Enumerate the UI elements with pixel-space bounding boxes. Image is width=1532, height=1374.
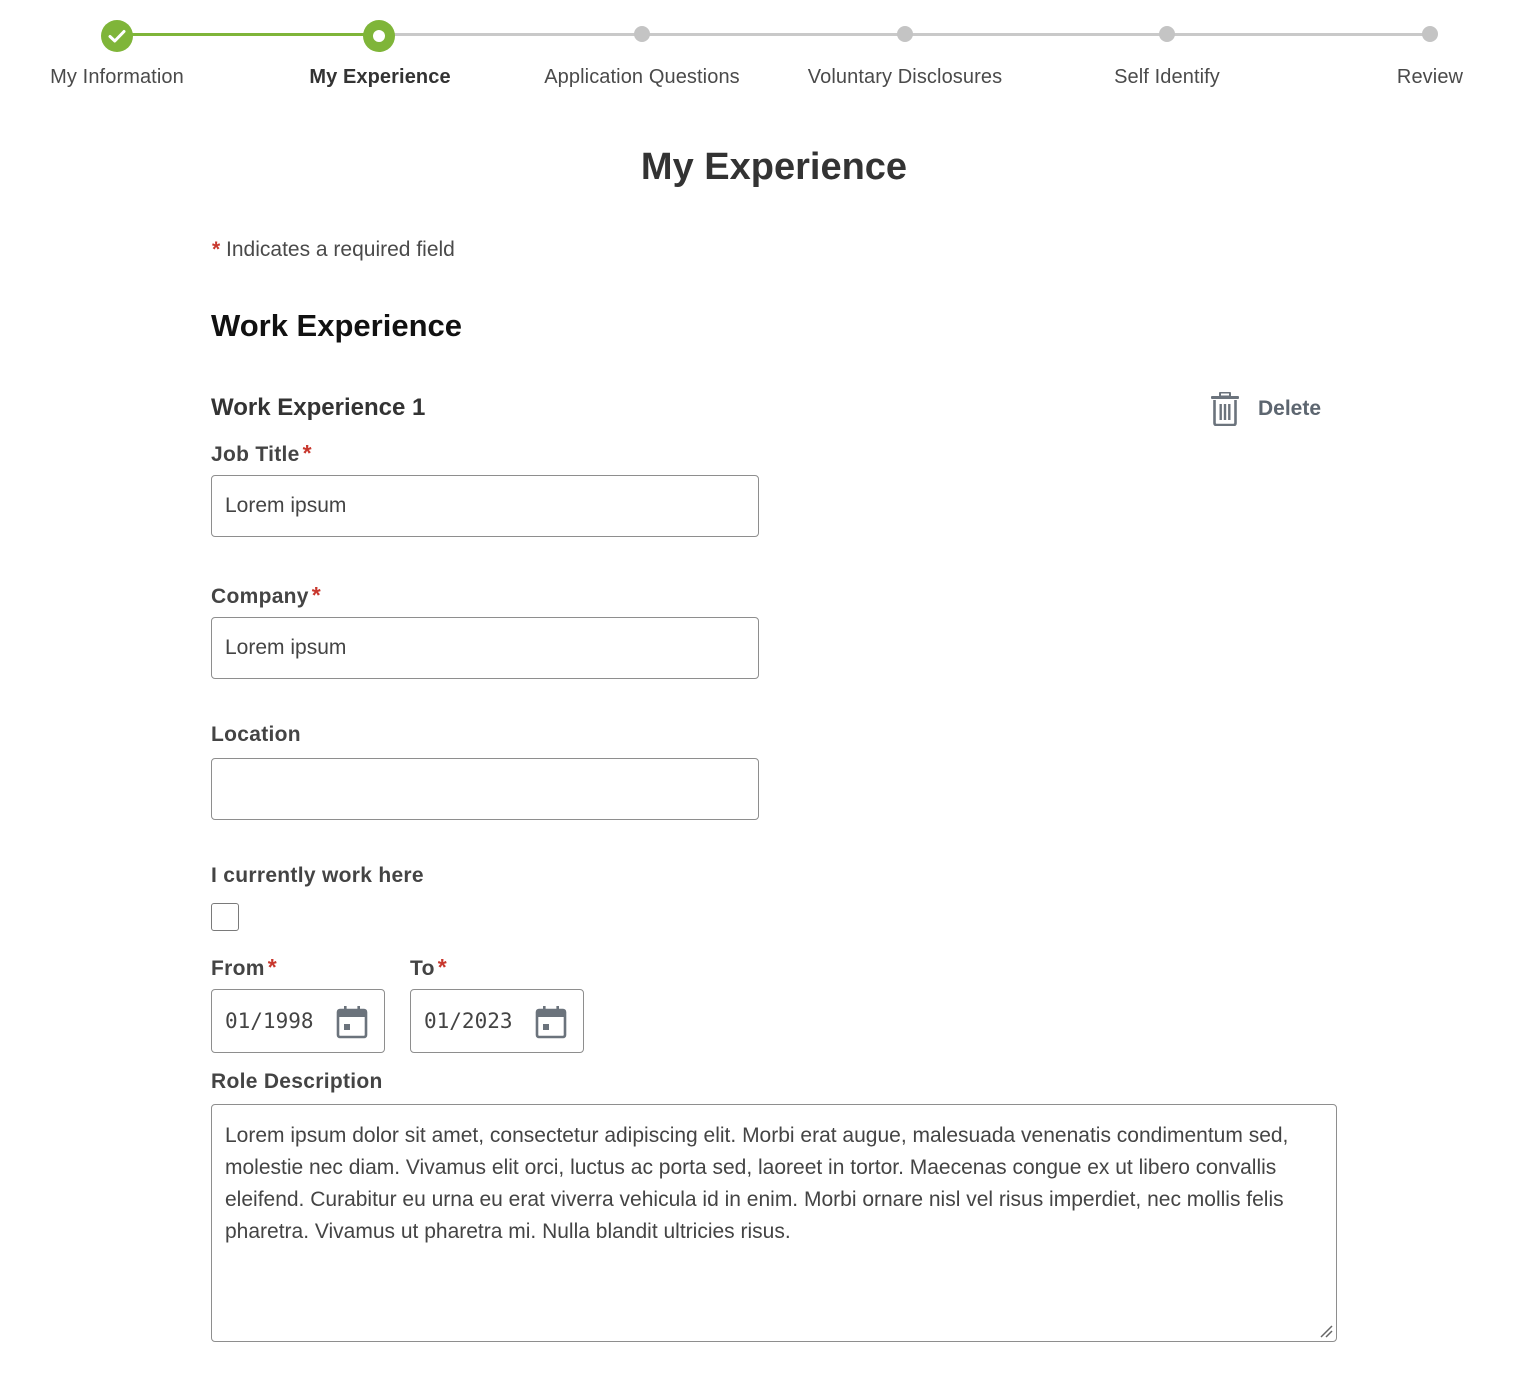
to-date-value[interactable]: 01/2023 <box>424 1009 524 1033</box>
location-label: Location <box>211 723 301 747</box>
from-label-text: From <box>211 957 265 980</box>
step-label-self-identify: Self Identify <box>1114 66 1220 88</box>
job-title-label: Job Title * <box>211 440 312 467</box>
currently-work-here-label: I currently work here <box>211 864 424 888</box>
progress-stepper: My Information My Experience Application… <box>0 0 1532 110</box>
resize-handle-icon[interactable] <box>1319 1324 1333 1338</box>
calendar-icon[interactable] <box>336 1005 368 1039</box>
stepper-line-complete <box>117 33 379 36</box>
currently-work-here-label-text: I currently work here <box>211 864 424 887</box>
trash-icon <box>1211 392 1239 426</box>
company-required-star: * <box>311 582 322 608</box>
page-title: My Experience <box>640 146 908 188</box>
role-description-text[interactable]: Lorem ipsum dolor sit amet, consectetur … <box>225 1124 1288 1243</box>
location-input[interactable] <box>211 758 759 820</box>
job-title-required-star: * <box>302 440 312 466</box>
role-description-label: Role Description <box>211 1070 383 1094</box>
job-title-label-text: Job Title <box>211 443 300 466</box>
delete-button-label: Delete <box>1258 397 1322 420</box>
location-label-text: Location <box>211 723 301 746</box>
step-5-marker <box>1159 26 1175 42</box>
role-description-textarea[interactable]: Lorem ipsum dolor sit amet, consectetur … <box>211 1104 1337 1342</box>
required-star: * <box>212 238 221 261</box>
company-label: Company * <box>211 582 321 609</box>
current-step-indicator <box>373 30 385 42</box>
role-description-label-text: Role Description <box>211 1070 383 1093</box>
from-label: From * <box>211 954 277 981</box>
step-2-current-marker[interactable] <box>363 20 395 52</box>
step-6-marker <box>1422 26 1438 42</box>
step-label-my-information[interactable]: My Information <box>50 66 184 89</box>
required-note-text: Indicates a required field <box>226 238 455 261</box>
job-title-input[interactable] <box>211 475 759 537</box>
to-label-text: To <box>410 957 435 980</box>
company-label-text: Company <box>211 585 309 608</box>
required-field-note: * Indicates a required field <box>212 238 455 262</box>
to-date-input[interactable]: 01/2023 <box>410 989 584 1053</box>
check-icon <box>108 30 126 43</box>
step-label-application-questions: Application Questions <box>544 66 740 88</box>
step-label-voluntary-disclosures: Voluntary Disclosures <box>807 66 1003 88</box>
calendar-icon[interactable] <box>535 1005 567 1039</box>
currently-work-here-checkbox[interactable] <box>211 903 239 931</box>
work-experience-item-title: Work Experience 1 <box>211 394 426 421</box>
step-label-my-experience[interactable]: My Experience <box>309 66 450 89</box>
step-label-review: Review <box>1396 66 1464 88</box>
work-experience-heading: Work Experience <box>211 308 462 343</box>
step-4-marker <box>897 26 913 42</box>
delete-work-experience-button[interactable]: Delete <box>1210 392 1321 426</box>
to-required-star: * <box>437 954 447 980</box>
from-required-star: * <box>267 954 277 980</box>
from-date-value[interactable]: 01/1998 <box>225 1009 325 1033</box>
company-input[interactable] <box>211 617 759 679</box>
step-1-complete-marker[interactable] <box>101 20 133 52</box>
from-date-input[interactable]: 01/1998 <box>211 989 385 1053</box>
step-3-marker <box>634 26 650 42</box>
to-label: To * <box>410 954 447 981</box>
